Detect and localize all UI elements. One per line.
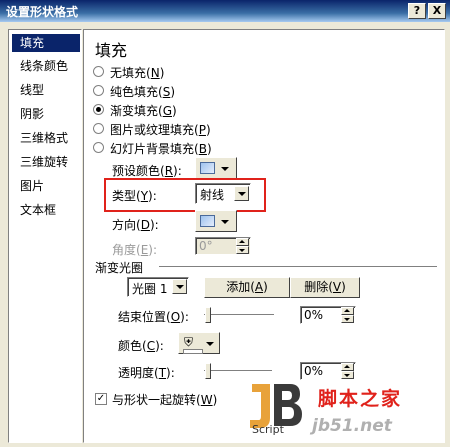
title-bar[interactable]: 设置形状格式 ? X bbox=[0, 0, 450, 22]
end-position-label: 结束位置(O): bbox=[118, 310, 189, 324]
option-label: 纯色填充(S) bbox=[110, 85, 176, 99]
chevron-down-icon[interactable] bbox=[234, 186, 249, 201]
option-label: 渐变填充(G) bbox=[110, 104, 177, 118]
color-label: 颜色(C): bbox=[118, 339, 164, 353]
option-label: 图片或纹理填充(P) bbox=[110, 123, 211, 137]
option-label: 无填充(N) bbox=[110, 66, 165, 80]
end-position-input[interactable]: 0% bbox=[300, 306, 356, 324]
chevron-down-icon bbox=[221, 167, 229, 171]
preset-colors-label: 预设颜色(R): bbox=[112, 164, 182, 178]
sidebar-item-fill[interactable]: 填充 bbox=[12, 34, 80, 52]
radio-button[interactable] bbox=[93, 104, 104, 115]
end-position-track bbox=[204, 314, 274, 318]
color-button[interactable]: ⛨ bbox=[178, 332, 220, 354]
paint-bucket-icon: ⛨ bbox=[184, 335, 194, 349]
sidebar-item-shadow[interactable]: 阴影 bbox=[12, 105, 80, 123]
spin-down-icon[interactable] bbox=[341, 315, 354, 323]
gradient-stop-select[interactable]: 光圈 1 bbox=[127, 277, 189, 297]
direction-label: 方向(D): bbox=[112, 218, 159, 232]
spin-down-icon[interactable] bbox=[236, 246, 249, 254]
gradient-stops-heading: 渐变光圈 bbox=[95, 261, 144, 275]
angle-value: 0° bbox=[199, 239, 213, 253]
sidebar-item-line-color[interactable]: 线条颜色 bbox=[12, 57, 80, 75]
gradient-swatch-icon bbox=[200, 215, 215, 227]
sidebar-item-text-box[interactable]: 文本框 bbox=[12, 201, 80, 219]
gradient-stop-value: 光圈 1 bbox=[132, 282, 168, 296]
radio-button[interactable] bbox=[93, 66, 104, 77]
rotate-with-shape-label: 与形状一起旋转(W) bbox=[112, 393, 218, 407]
sidebar-item-3d-format[interactable]: 三维格式 bbox=[12, 129, 80, 147]
window-title: 设置形状格式 bbox=[6, 5, 79, 19]
remove-stop-button[interactable]: 删除(V) bbox=[290, 277, 360, 298]
close-button[interactable]: X bbox=[428, 3, 446, 19]
chevron-down-icon[interactable] bbox=[172, 279, 187, 294]
transparency-label: 透明度(T): bbox=[118, 366, 175, 380]
color-preview bbox=[183, 349, 203, 354]
spin-up-icon[interactable] bbox=[236, 238, 249, 246]
type-label: 类型(Y): bbox=[112, 189, 157, 203]
add-stop-button[interactable]: 添加(A) bbox=[204, 277, 290, 298]
end-position-value: 0% bbox=[304, 308, 324, 322]
sidebar-item-line-style[interactable]: 线型 bbox=[12, 81, 80, 99]
type-value: 射线 bbox=[200, 188, 225, 202]
sidebar-item-picture[interactable]: 图片 bbox=[12, 177, 80, 195]
preset-colors-button[interactable] bbox=[195, 157, 237, 179]
gradient-swatch-icon bbox=[200, 162, 215, 174]
radio-button[interactable] bbox=[93, 142, 104, 153]
radio-button[interactable] bbox=[93, 123, 104, 134]
panel-heading: 填充 bbox=[95, 41, 128, 60]
end-position-slider[interactable] bbox=[205, 307, 211, 323]
direction-button[interactable] bbox=[195, 210, 237, 232]
transparency-input[interactable]: 0% bbox=[300, 362, 356, 380]
type-select[interactable]: 射线 bbox=[195, 183, 251, 204]
angle-input[interactable]: 0° bbox=[195, 237, 251, 255]
category-list: 填充 线条颜色 线型 阴影 三维格式 三维旋转 图片 文本框 bbox=[8, 29, 82, 443]
help-button[interactable]: ? bbox=[408, 3, 426, 19]
spin-up-icon[interactable] bbox=[341, 307, 354, 315]
rotate-with-shape-checkbox[interactable]: ✓ bbox=[95, 393, 107, 405]
option-label: 幻灯片背景填充(B) bbox=[110, 142, 212, 156]
angle-label: 角度(E): bbox=[112, 243, 158, 257]
spin-up-icon[interactable] bbox=[341, 363, 354, 371]
transparency-value: 0% bbox=[304, 364, 324, 378]
section-divider bbox=[159, 266, 437, 268]
transparency-track bbox=[204, 370, 272, 374]
chevron-down-icon bbox=[221, 220, 229, 224]
spin-down-icon[interactable] bbox=[341, 371, 354, 379]
watermark-site-name: 脚本之家 bbox=[318, 388, 403, 410]
sidebar-item-3d-rotation[interactable]: 三维旋转 bbox=[12, 153, 80, 171]
radio-button[interactable] bbox=[93, 85, 104, 96]
transparency-slider[interactable] bbox=[205, 363, 211, 379]
chevron-down-icon bbox=[206, 342, 214, 346]
watermark-logo-text: Script bbox=[252, 423, 284, 436]
watermark-url: jb51.net bbox=[312, 416, 392, 436]
